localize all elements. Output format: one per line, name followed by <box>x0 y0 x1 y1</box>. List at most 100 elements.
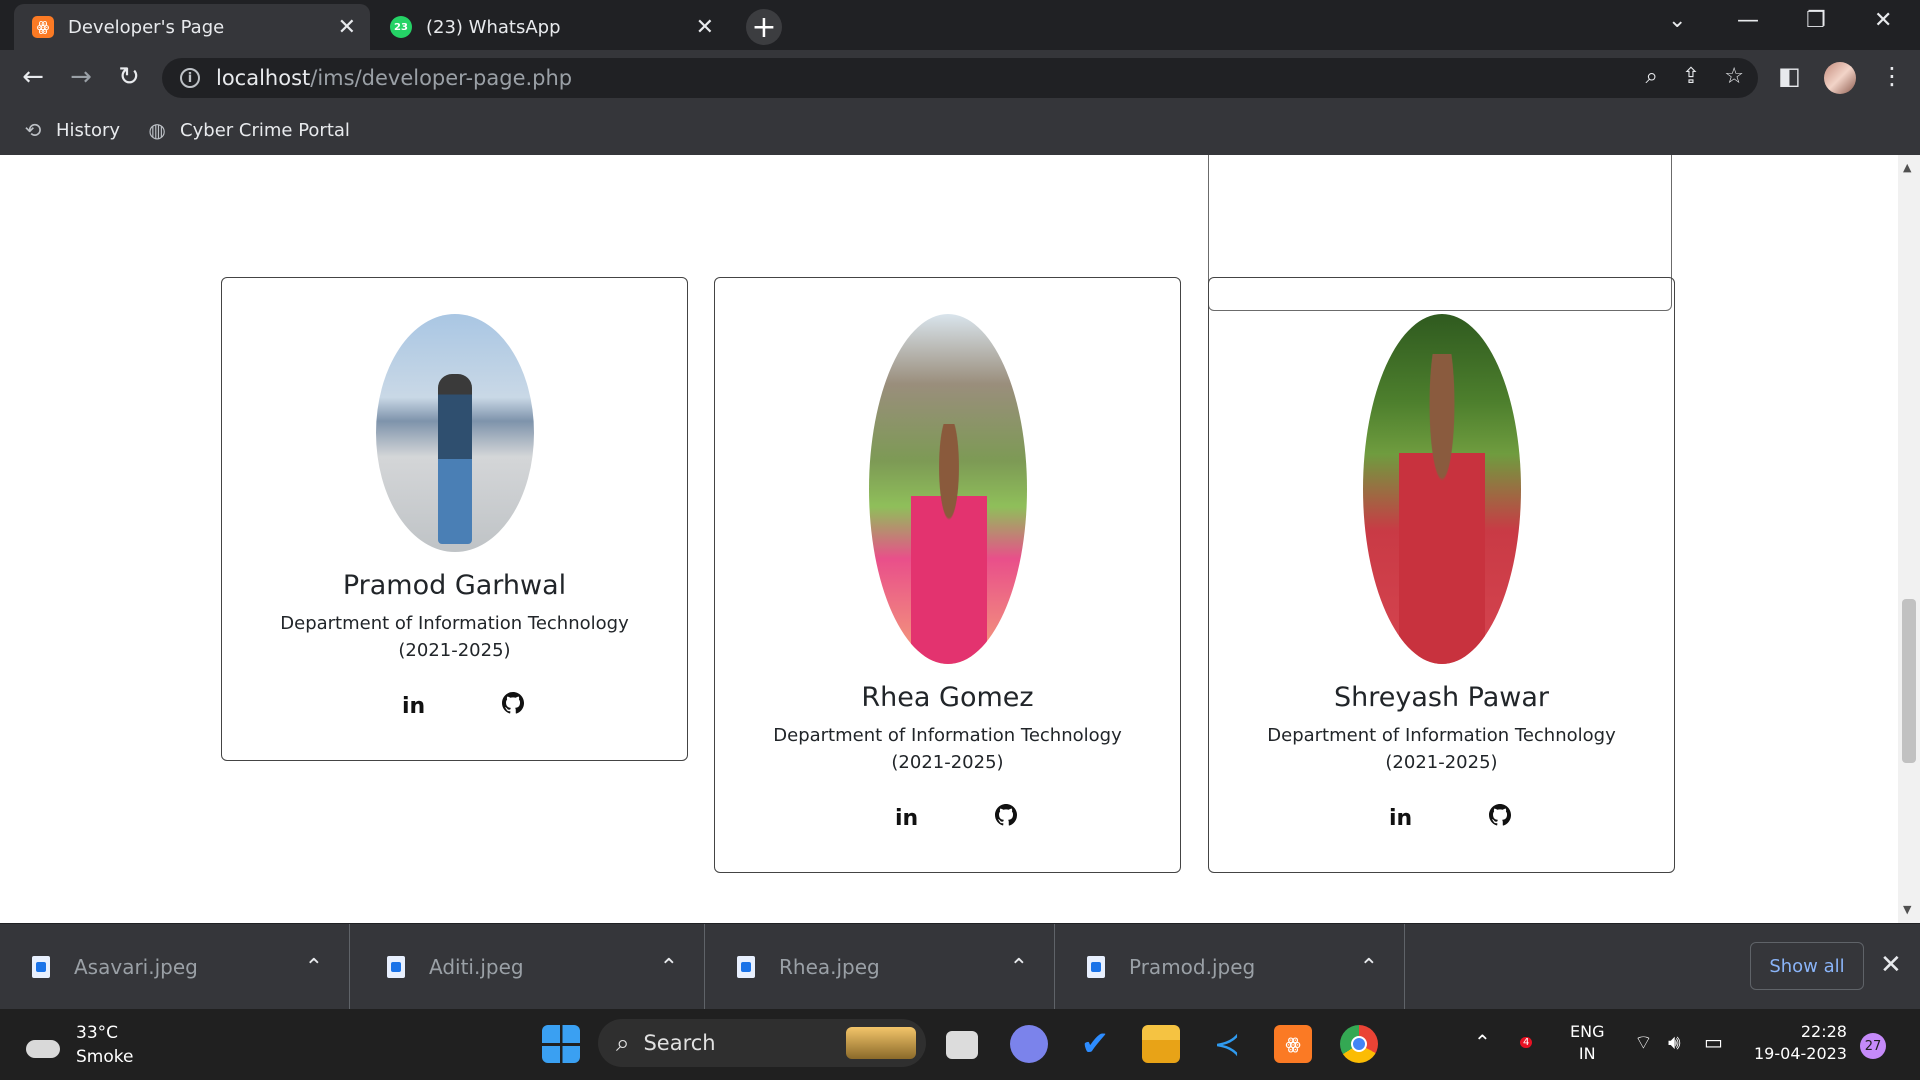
developer-photo <box>375 314 534 552</box>
developer-card: Shreyash Pawar Department of Information… <box>1208 277 1675 873</box>
scroll-up-icon[interactable]: ▲ <box>1903 161 1911 174</box>
chevron-up-icon[interactable]: ⌃ <box>305 955 323 980</box>
linkedin-icon[interactable]: in <box>1389 806 1412 831</box>
developer-photo <box>1362 314 1521 664</box>
linkedin-icon[interactable]: in <box>895 806 918 831</box>
bookmark-star-icon[interactable]: ☆ <box>1724 64 1744 89</box>
minimize-icon[interactable]: — <box>1737 8 1759 33</box>
battery-icon[interactable]: ▭ <box>1704 1031 1723 1053</box>
developer-department: Department of Information Technology (20… <box>773 725 1122 773</box>
download-item[interactable]: Pramod.jpeg ⌃ <box>1055 924 1405 1010</box>
developer-card: Rhea Gomez Department of Information Tec… <box>714 277 1181 873</box>
github-icon[interactable] <box>995 804 1018 832</box>
developer-name: Rhea Gomez <box>861 682 1034 713</box>
page-content: Pramod Garhwal Department of Information… <box>0 155 1898 923</box>
close-icon[interactable]: ✕ <box>696 15 714 40</box>
search-label: Search <box>643 1031 716 1055</box>
linkedin-icon[interactable]: in <box>402 694 425 719</box>
weather-widget[interactable]: 33°C Smoke <box>26 1021 133 1069</box>
file-explorer-icon[interactable] <box>1142 1025 1180 1063</box>
download-item[interactable]: Aditi.jpeg ⌃ <box>355 924 705 1010</box>
volume-icon[interactable]: 🔊︎ <box>1668 1031 1681 1053</box>
github-icon[interactable] <box>1489 804 1512 832</box>
bookmark-cyber-crime-portal[interactable]: ◍ Cyber Crime Portal <box>146 118 350 142</box>
reload-icon[interactable]: ↻ <box>112 60 146 94</box>
clock-date: 19-04-2023 <box>1754 1044 1847 1063</box>
new-tab-button[interactable]: + <box>746 9 782 45</box>
github-icon[interactable] <box>502 692 525 720</box>
bookmark-history[interactable]: ⟲ History <box>22 118 120 142</box>
image-file-icon <box>387 956 405 978</box>
notification-count-badge[interactable]: 27 <box>1860 1033 1886 1059</box>
show-hidden-icons[interactable]: ⌃ <box>1474 1031 1491 1053</box>
restore-icon[interactable]: ❐ <box>1806 8 1826 33</box>
lang-top: ENG <box>1570 1022 1605 1041</box>
close-icon[interactable]: ✕ <box>338 15 356 40</box>
tab-whatsapp[interactable]: 23 (23) WhatsApp ✕ <box>372 4 728 50</box>
whatsapp-icon: 23 <box>390 16 412 38</box>
person-silhouette <box>910 424 987 664</box>
globe-icon: ◍ <box>148 118 166 142</box>
site-info-icon[interactable]: i <box>180 68 200 88</box>
tab-strip: ꙮ Developer's Page ✕ 23 (23) WhatsApp ✕ … <box>0 0 1920 50</box>
todo-icon[interactable]: ✔ <box>1076 1025 1114 1063</box>
clock[interactable]: 22:28 19-04-2023 <box>1754 1021 1847 1065</box>
language-indicator[interactable]: ENG IN <box>1570 1021 1604 1065</box>
developer-name: Pramod Garhwal <box>342 570 567 601</box>
bookmark-label: Cyber Crime Portal <box>180 119 350 141</box>
search-icon: ⌕ <box>616 1029 630 1057</box>
cloudy-weather-icon <box>26 1032 62 1058</box>
url-host: localhost <box>216 66 311 90</box>
vscode-icon[interactable]: ≺ <box>1208 1025 1246 1063</box>
developer-department: Department of Information Technology (20… <box>280 613 629 661</box>
developer-photo <box>868 314 1027 664</box>
zoom-icon[interactable]: ⌕ <box>1646 64 1658 89</box>
person-silhouette <box>437 374 472 544</box>
app-badge: 4 <box>1520 1037 1533 1048</box>
tab-title: (23) WhatsApp <box>426 16 561 38</box>
download-item[interactable]: Rhea.jpeg ⌃ <box>705 924 1055 1010</box>
xampp-icon: ꙮ <box>32 16 54 38</box>
menu-kebab-icon[interactable]: ⋮ <box>1880 62 1904 90</box>
browser-chrome: ꙮ Developer's Page ✕ 23 (23) WhatsApp ✕ … <box>0 0 1920 155</box>
address-bar[interactable]: i localhost/ims/developer-page.php ⌕ ⇪ ☆ <box>162 58 1758 98</box>
close-window-icon[interactable]: ✕ <box>1874 8 1892 33</box>
person-silhouette <box>1398 354 1485 664</box>
search-highlight-icon <box>846 1027 916 1059</box>
scrollbar-thumb[interactable] <box>1902 599 1916 763</box>
wifi-icon[interactable]: ⌔ <box>1634 1031 1653 1053</box>
chrome-icon[interactable] <box>1340 1025 1378 1063</box>
side-panel-icon[interactable]: ◧ <box>1778 62 1801 90</box>
close-icon[interactable]: ✕ <box>1880 950 1902 980</box>
teams-chat-icon[interactable] <box>1010 1025 1048 1063</box>
chevron-up-icon[interactable]: ⌃ <box>1360 955 1378 980</box>
chevron-up-icon[interactable]: ⌃ <box>1010 955 1028 980</box>
tab-developers-page[interactable]: ꙮ Developer's Page ✕ <box>14 4 370 50</box>
profile-avatar[interactable] <box>1824 62 1856 94</box>
page-scrollbar[interactable]: ▲ ▼ <box>1898 155 1920 923</box>
download-item[interactable]: Asavari.jpeg ⌃ <box>0 924 350 1010</box>
lang-bottom: IN <box>1578 1044 1596 1063</box>
download-filename: Asavari.jpeg <box>74 955 198 979</box>
share-icon[interactable]: ⇪ <box>1682 64 1700 89</box>
notification-app-icon[interactable]: 4 <box>1520 1029 1533 1054</box>
download-filename: Rhea.jpeg <box>779 955 880 979</box>
tab-title: Developer's Page <box>68 16 225 38</box>
image-file-icon <box>737 956 755 978</box>
download-filename: Aditi.jpeg <box>429 955 524 979</box>
url-path: /ims/developer-page.php <box>310 66 573 90</box>
chevron-up-icon[interactable]: ⌃ <box>660 955 678 980</box>
downloads-bar: Asavari.jpeg ⌃ Aditi.jpeg ⌃ Rhea.jpeg ⌃ … <box>0 923 1920 1010</box>
show-all-button[interactable]: Show all <box>1750 942 1864 990</box>
taskbar-search[interactable]: ⌕ Search <box>598 1019 926 1067</box>
weather-desc: Smoke <box>76 1047 134 1067</box>
task-view-icon[interactable] <box>946 1031 978 1059</box>
image-file-icon <box>1087 956 1105 978</box>
back-icon[interactable]: ← <box>16 60 50 94</box>
tab-search-icon[interactable]: ⌄ <box>1668 8 1686 33</box>
forward-icon[interactable]: → <box>64 60 98 94</box>
xampp-icon[interactable]: ꙮ <box>1274 1025 1312 1063</box>
download-filename: Pramod.jpeg <box>1129 955 1256 979</box>
windows-start-icon[interactable] <box>542 1025 580 1063</box>
scroll-down-icon[interactable]: ▼ <box>1903 903 1911 916</box>
